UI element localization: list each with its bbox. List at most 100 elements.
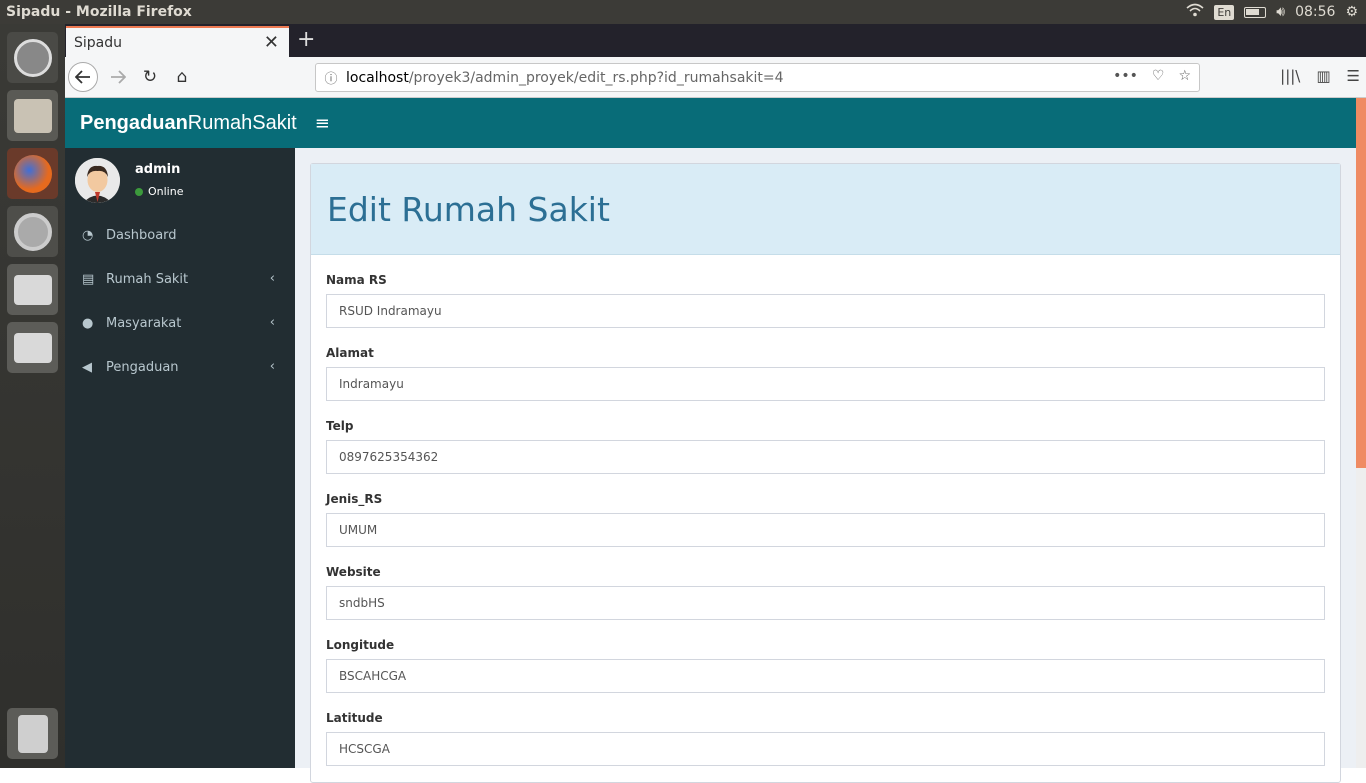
telp-input[interactable] — [326, 440, 1325, 474]
chevron-left-icon: ‹ — [269, 271, 275, 286]
site-info-icon[interactable]: ⓘ — [316, 68, 346, 87]
firefox-launcher-button[interactable] — [7, 148, 58, 199]
sidebar-item-pengaduan[interactable]: ◀ Pengaduan ‹ — [65, 345, 295, 389]
alamat-input[interactable] — [326, 367, 1325, 401]
user-name: admin — [135, 162, 181, 177]
system-settings-launcher-button[interactable] — [7, 206, 58, 257]
latitude-input[interactable] — [326, 732, 1325, 766]
hard-drive-icon — [13, 332, 52, 363]
trash-launcher-button[interactable] — [7, 708, 58, 759]
reload-icon: ↻ — [142, 67, 158, 87]
ubuntu-logo-icon — [13, 38, 52, 77]
file-cabinet-icon — [13, 98, 52, 133]
scrollbar-thumb[interactable] — [1356, 98, 1366, 468]
page-title: Edit Rumah Sakit — [327, 189, 610, 229]
home-button[interactable]: ⌂ — [167, 62, 197, 92]
form-group-website: Website — [326, 565, 1325, 620]
browser-tab[interactable]: Sipadu ✕ — [66, 26, 289, 57]
home-icon: ⌂ — [176, 67, 188, 87]
ubuntu-dash-button[interactable] — [7, 32, 58, 83]
reload-button[interactable]: ↻ — [135, 62, 165, 92]
sidebar-toggle-icon[interactable]: ▥ — [1316, 67, 1330, 85]
sidebar-item-label: Pengaduan — [106, 359, 179, 375]
url-path: /proyek3/admin_proyek/edit_rs.php?id_rum… — [408, 69, 784, 86]
field-label: Telp — [326, 419, 354, 433]
box-header: Edit Rumah Sakit — [311, 164, 1340, 255]
browser-toolbar: ↻ ⌂ ⓘ localhost/proyek3/admin_proyek/edi… — [65, 57, 1366, 98]
forward-button[interactable] — [103, 62, 133, 92]
sidebar-item-label: Dashboard — [106, 227, 177, 243]
longitude-input[interactable] — [326, 659, 1325, 693]
nama-rs-input[interactable] — [326, 294, 1325, 328]
field-label: Jenis_RS — [326, 492, 383, 506]
field-label: Alamat — [326, 346, 374, 360]
chevron-left-icon: ‹ — [269, 359, 275, 374]
settings-gear-icon[interactable]: ⚙ — [1345, 4, 1358, 20]
wifi-icon[interactable] — [1186, 3, 1204, 21]
close-tab-icon[interactable]: ✕ — [264, 32, 279, 53]
online-dot-icon — [135, 187, 143, 196]
jenis-rs-input[interactable] — [326, 513, 1325, 547]
hamburger-menu-icon[interactable]: ☰ — [1347, 67, 1360, 85]
address-bar[interactable]: ⓘ localhost/proyek3/admin_proyek/edit_rs… — [315, 63, 1200, 92]
wrench-gear-icon — [13, 212, 52, 251]
new-tab-icon[interactable]: + — [297, 27, 315, 52]
volume-icon[interactable]: 🔊︎ — [1276, 4, 1285, 20]
sidebar-item-rumah-sakit[interactable]: ▤ Rumah Sakit ‹ — [65, 257, 295, 301]
form-group-nama-rs: Nama RS — [326, 273, 1325, 328]
system-tray: En 🔊︎ 08:56 ⚙ — [1186, 0, 1366, 24]
sidebar-item-masyarakat[interactable]: ● Masyarakat ‹ — [65, 301, 295, 345]
app-header: PengaduanRumahSakit ≡ — [65, 98, 1356, 148]
edit-hospital-form: Nama RS Alamat Telp Jenis_RS Website Lon… — [311, 273, 1340, 766]
browser-tab-strip: Sipadu ✕ + — [65, 24, 1366, 57]
trash-icon — [17, 714, 48, 753]
firefox-icon — [13, 154, 52, 193]
drive-launcher-button-1[interactable] — [7, 264, 58, 315]
clock[interactable]: 08:56 — [1295, 4, 1335, 20]
field-label: Nama RS — [326, 273, 387, 287]
launcher — [0, 24, 65, 768]
website-input[interactable] — [326, 586, 1325, 620]
bookmark-star-icon[interactable]: ☆ — [1178, 68, 1191, 84]
browser-tools: |||\ ▥ ☰ — [1280, 67, 1360, 85]
bullhorn-icon: ◀ — [82, 359, 92, 375]
window-title: Sipadu - Mozilla Firefox — [6, 4, 192, 20]
brand-logo[interactable]: PengaduanRumahSakit — [65, 112, 297, 135]
field-label: Website — [326, 565, 381, 579]
page-scrollbar[interactable] — [1356, 98, 1366, 768]
chevron-left-icon: ‹ — [269, 315, 275, 330]
dashboard-icon: ◔ — [82, 227, 94, 243]
field-label: Latitude — [326, 711, 383, 725]
form-group-alamat: Alamat — [326, 346, 1325, 401]
form-group-jenis-rs: Jenis_RS — [326, 492, 1325, 547]
pocket-icon[interactable]: ♡ — [1152, 68, 1165, 84]
sidebar-item-label: Masyarakat — [106, 315, 182, 331]
hard-drive-icon — [13, 274, 52, 305]
library-icon[interactable]: |||\ — [1280, 67, 1300, 85]
user-status: Online — [135, 185, 183, 198]
tab-title: Sipadu — [74, 34, 123, 51]
user-avatar — [75, 158, 120, 203]
sidebar-item-label: Rumah Sakit — [106, 271, 189, 287]
form-group-latitude: Latitude — [326, 711, 1325, 766]
form-group-longitude: Longitude — [326, 638, 1325, 693]
form-group-telp: Telp — [326, 419, 1325, 474]
edit-form-box: Edit Rumah Sakit Nama RS Alamat Telp Jen… — [310, 163, 1341, 783]
keyboard-layout-indicator[interactable]: En — [1214, 4, 1235, 20]
user-status-label: Online — [148, 185, 184, 198]
address-bar-actions: ••• ♡ ☆ — [1113, 68, 1191, 84]
back-button[interactable] — [68, 62, 98, 92]
brand-bold: Pengaduan — [80, 111, 188, 134]
sidebar-menu: ◔ Dashboard ▤ Rumah Sakit ‹ ● Masyarakat… — [65, 213, 295, 389]
battery-icon[interactable] — [1244, 6, 1267, 18]
files-launcher-button[interactable] — [7, 90, 58, 141]
sidebar-item-dashboard[interactable]: ◔ Dashboard — [65, 213, 295, 257]
brand-light: RumahSakit — [187, 111, 297, 134]
arrow-left-icon — [75, 70, 90, 84]
sidebar: admin Online ◔ Dashboard ▤ Rumah Sakit ‹… — [65, 148, 295, 768]
page-actions-icon[interactable]: ••• — [1113, 68, 1138, 84]
arrow-right-icon — [111, 70, 126, 84]
clipboard-icon: ▤ — [82, 271, 95, 287]
drive-launcher-button-2[interactable] — [7, 322, 58, 373]
sidebar-toggle-button[interactable]: ≡ — [315, 113, 330, 134]
